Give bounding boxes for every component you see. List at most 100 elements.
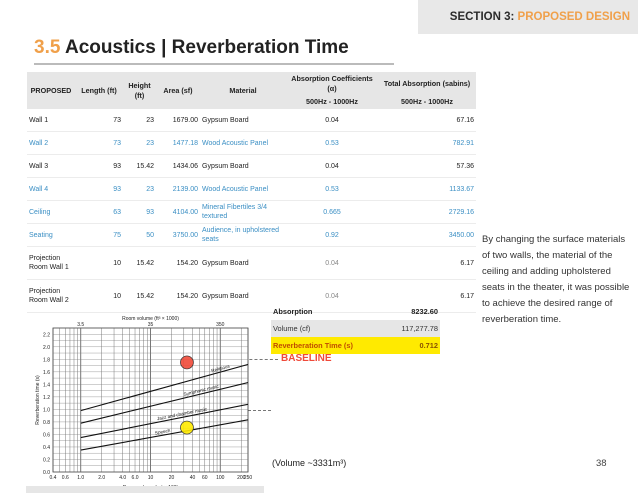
y-tick-label: 0.6: [43, 432, 50, 438]
table-row: Projection Room Wall 1 10 15.42 154.20 Gypsu…: [27, 246, 476, 281]
cell-material: Wood Acoustic Panel: [200, 131, 286, 156]
cell-height: 15.42: [123, 279, 156, 314]
absorption-label: Absorption: [273, 307, 313, 316]
cell-name: Wall 2: [27, 131, 75, 156]
top-tick-label: 350: [216, 322, 225, 328]
cell-coeff: 0.665: [286, 200, 378, 225]
x-tick-label: 1.0: [77, 475, 84, 481]
cell-area: 1434.06: [156, 154, 200, 179]
col-total-absorption: Total Absorption (sabins): [378, 72, 476, 96]
cell-coeff: 0.53: [286, 177, 378, 202]
col-material: Material: [200, 72, 286, 110]
col-absorption-coeff-sub: 500Hz - 1000Hz: [286, 95, 378, 110]
cell-area: 154.20: [156, 246, 200, 281]
title-underline: [34, 63, 394, 65]
cell-total: 782.91: [378, 131, 476, 156]
title-text: Acoustics | Reverberation Time: [65, 37, 349, 58]
cell-total: 6.17: [378, 246, 476, 281]
summary-row-absorption: Absorption 8232.60: [271, 303, 440, 320]
x-tick-label: 2.0: [98, 475, 105, 481]
cell-length: 73: [75, 131, 123, 156]
top-axis-label: Room volume (ft³ × 1000): [122, 316, 179, 322]
table-row: Wall 1 73 23 1679.00 Gypsum Board 0.04 67.16: [27, 109, 476, 133]
x-tick-label: 6.0: [132, 475, 139, 481]
cell-height: 15.42: [123, 154, 156, 179]
cell-length: 10: [75, 279, 123, 314]
cell-coeff: 0.04: [286, 109, 378, 133]
table-body: Wall 1 73 23 1679.00 Gypsum Board 0.04 67.16 Wa…: [27, 109, 476, 314]
x-tick-label: 0.6: [62, 475, 69, 481]
col-height: Height (ft): [123, 72, 156, 110]
cell-height: 50: [123, 223, 156, 248]
x-tick-label: 250: [244, 475, 253, 481]
y-tick-label: 1.2: [43, 395, 50, 401]
cell-area: 154.20: [156, 279, 200, 314]
cell-length: 10: [75, 246, 123, 281]
y-tick-label: 0.4: [43, 445, 50, 451]
table-row: Wall 3 93 15.42 1434.06 Gypsum Board 0.04 57.3…: [27, 154, 476, 179]
page-number: 38: [596, 458, 607, 469]
marker-baseline: [180, 355, 194, 370]
cell-material: Audience, in upholstered seats: [200, 223, 286, 248]
title-number: 3.5: [34, 37, 61, 58]
y-tick-label: 1.8: [43, 357, 50, 363]
cell-material: Gypsum Board: [200, 154, 286, 179]
cell-length: 63: [75, 200, 123, 225]
y-tick-label: 2.2: [43, 332, 50, 338]
marker-proposed: [180, 420, 194, 435]
x-tick-label: 100: [216, 475, 225, 481]
side-paragraph: By changing the surface materials of two…: [482, 234, 630, 325]
cell-name: Wall 4: [27, 177, 75, 202]
x-tick-label: 20: [169, 475, 175, 481]
cell-area: 2139.00: [156, 177, 200, 202]
cell-length: 75: [75, 223, 123, 248]
cell-height: 93: [123, 200, 156, 225]
section-header: SECTION 3: PROPOSED DESIGN: [418, 0, 638, 34]
cell-area: 1679.00: [156, 109, 200, 133]
cell-total: 57.36: [378, 154, 476, 179]
cell-name: Projection Room Wall 1: [27, 246, 75, 281]
cell-material: Mineral Fibertiles 3/4 textured: [200, 200, 286, 225]
y-tick-label: 0.8: [43, 420, 50, 426]
x-tick-label: 0.4: [50, 475, 57, 481]
cell-name: Ceiling: [27, 200, 75, 225]
cell-height: 15.42: [123, 246, 156, 281]
cell-length: 93: [75, 154, 123, 179]
cell-total: 67.16: [378, 109, 476, 133]
cell-name: Projection Room Wall 2: [27, 279, 75, 314]
summary-row-reverb: Reverberation Time (s) 0.712: [271, 337, 440, 354]
cell-name: Seating: [27, 223, 75, 248]
cell-coeff: 0.53: [286, 131, 378, 156]
chart-svg: 0.00.20.40.60.81.01.21.41.61.82.02.20.4 0…: [35, 316, 253, 491]
y-axis-label: Reverberation time (s): [35, 375, 41, 425]
summary-table: Absorption 8232.60 Volume (cf) 117,277.7…: [271, 303, 440, 354]
col-proposed: PROPOSED: [27, 72, 75, 110]
bottom-strip: [26, 486, 264, 493]
reverb-label: Reverberation Time (s): [271, 337, 376, 354]
cell-height: 23: [123, 177, 156, 202]
page-title: 3.5 Acoustics | Reverberation Time: [34, 37, 394, 65]
section-prefix: SECTION 3:: [449, 11, 515, 23]
cell-name: Wall 1: [27, 109, 75, 133]
absorption-value: 8232.60: [411, 307, 438, 316]
cell-area: 3750.00: [156, 223, 200, 248]
cell-area: 4104.00: [156, 200, 200, 225]
cell-length: 93: [75, 177, 123, 202]
cell-total: 3450.00: [378, 223, 476, 248]
table-row: Seating 75 50 3750.00 Audience, in upholster…: [27, 223, 476, 248]
volume-label: Volume (cf): [271, 320, 376, 337]
x-tick-label: 60: [202, 475, 208, 481]
section-accent: PROPOSED DESIGN: [517, 11, 630, 23]
cell-coeff: 0.92: [286, 223, 378, 248]
cell-height: 23: [123, 131, 156, 156]
top-tick-label: 3.5: [77, 322, 84, 328]
x-tick-label: 40: [190, 475, 196, 481]
cell-name: Wall 3: [27, 154, 75, 179]
reverberation-chart: 0.0 0.2 0.4 0.6 0.8 1.0 1.2 1.4 1.6 1.8 2.0 2.2 0.4 0…: [33, 314, 263, 492]
volume-value: 117,277.78: [376, 320, 440, 337]
col-total-absorption-sub: 500Hz - 1000Hz: [378, 95, 476, 110]
cell-material: Gypsum Board: [200, 109, 286, 133]
absorption-table: PROPOSED Length (ft) Height (ft) Area (s…: [27, 72, 476, 314]
baseline-label: BASELINE: [281, 353, 332, 364]
cell-material: Gypsum Board: [200, 246, 286, 281]
